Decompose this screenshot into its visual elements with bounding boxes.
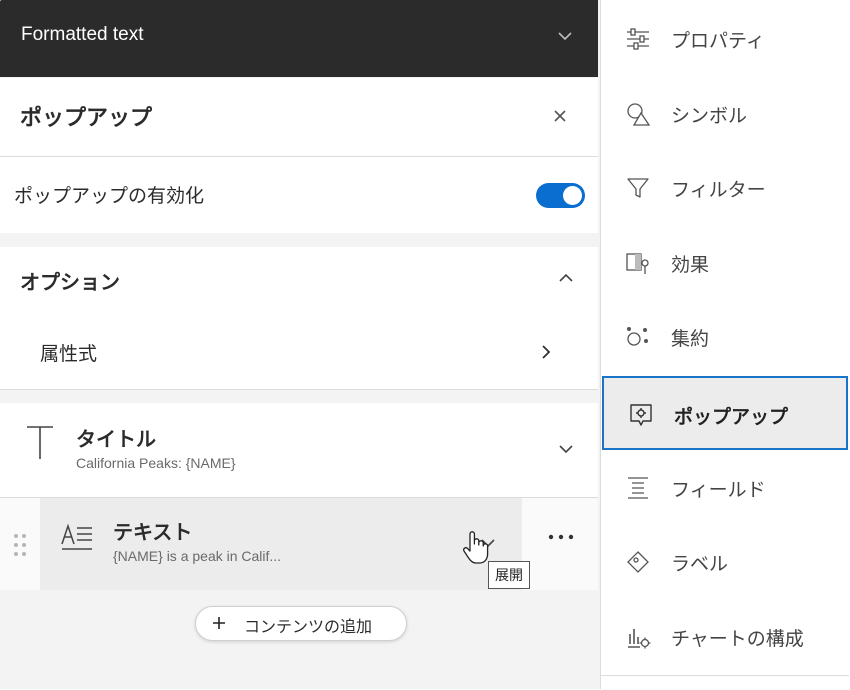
panel-header: ポップアップ	[0, 78, 598, 157]
element-subtitle: California Peaks: {NAME}	[76, 455, 236, 471]
rail-item-filter[interactable]: フィルター	[601, 151, 849, 225]
popup-panel: Formatted text ポップアップ ポップアップの有効化 オプション 属…	[0, 0, 600, 689]
title-element[interactable]: タイトル California Peaks: {NAME}	[0, 403, 598, 498]
enable-popup-label: ポップアップの有効化	[14, 185, 205, 207]
chevron-up-icon[interactable]	[558, 273, 574, 283]
chevron-right-icon[interactable]	[541, 344, 551, 360]
element-name: テキスト	[113, 520, 193, 544]
rail-item-label: 効果	[671, 254, 710, 276]
expand-tooltip: 展開	[488, 561, 530, 589]
rail-item-label: 集約	[671, 328, 710, 350]
sliders-icon	[625, 26, 651, 52]
drag-handle-icon[interactable]	[13, 533, 27, 557]
options-section: オプション 属性式	[0, 247, 598, 390]
rail-item-label: ポップアップ	[674, 406, 789, 428]
chevron-down-icon	[557, 31, 573, 41]
enable-popup-row: ポップアップの有効化	[0, 157, 598, 233]
plus-icon	[212, 616, 226, 630]
element-name: タイトル	[76, 427, 156, 451]
close-icon[interactable]	[552, 108, 568, 124]
panel-title: ポップアップ	[20, 106, 153, 131]
chevron-down-icon[interactable]	[558, 444, 574, 454]
hand-cursor-icon	[462, 530, 490, 566]
rail-item-aggregation[interactable]: 集約	[601, 300, 849, 374]
rail-item-chart-config[interactable]: チャートの構成	[601, 600, 849, 674]
text-element[interactable]: テキスト {NAME} is a peak in Calif...	[40, 498, 522, 590]
dropdown-label: Formatted text	[21, 24, 144, 45]
rail-item-label: フィールド	[671, 479, 766, 501]
popup-icon	[628, 402, 654, 428]
rail-item-effects[interactable]: 効果	[601, 226, 849, 300]
rail-item-label: シンボル	[671, 105, 748, 127]
options-heading: オプション	[20, 270, 120, 294]
chart-config-icon	[625, 624, 651, 650]
more-options-icon[interactable]	[547, 533, 575, 541]
shapes-icon	[625, 101, 651, 127]
title-text-icon	[25, 425, 55, 461]
rail-item-symbology[interactable]: シンボル	[601, 77, 849, 151]
toggle-knob	[563, 186, 582, 205]
add-content-button[interactable]: コンテンツの追加	[195, 606, 407, 641]
right-rail: プロパティ シンボル フィルター 効果 集約 ポップアップ フィールド ラベル …	[600, 0, 850, 689]
rail-item-labels[interactable]: ラベル	[601, 525, 849, 599]
rail-item-label: フィルター	[671, 179, 766, 201]
text-content-icon	[60, 522, 94, 552]
rail-item-properties[interactable]: プロパティ	[601, 2, 849, 76]
effects-icon	[625, 250, 651, 276]
layer-dropdown[interactable]: Formatted text	[0, 0, 598, 77]
rail-item-label: チャートの構成	[671, 628, 804, 650]
element-subtitle: {NAME} is a peak in Calif...	[113, 548, 282, 564]
aggregation-icon	[625, 324, 651, 350]
attribute-expressions-item[interactable]: 属性式	[40, 339, 97, 366]
label-icon	[625, 549, 651, 575]
enable-popup-toggle[interactable]	[536, 183, 585, 208]
rail-item-popup[interactable]: ポップアップ	[602, 376, 848, 450]
rail-item-fields[interactable]: フィールド	[601, 451, 849, 525]
rail-divider	[601, 675, 849, 690]
add-content-label: コンテンツの追加	[244, 617, 373, 636]
rail-item-label: ラベル	[671, 553, 729, 575]
filter-icon	[625, 175, 651, 201]
fields-icon	[625, 475, 651, 501]
rail-item-label: プロパティ	[671, 30, 765, 52]
